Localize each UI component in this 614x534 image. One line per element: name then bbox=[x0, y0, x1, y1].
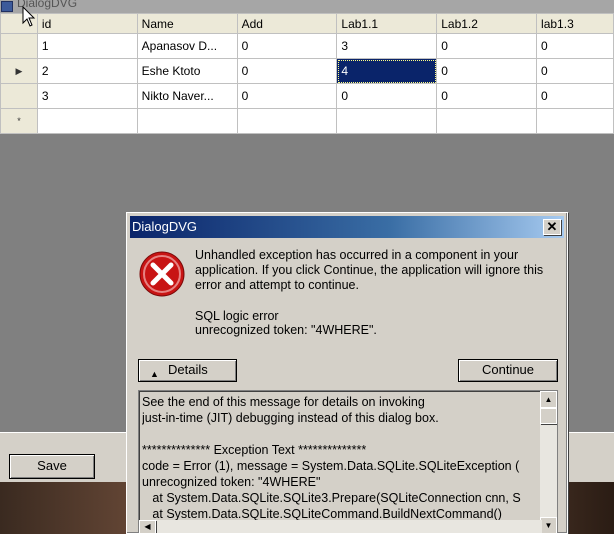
vertical-scrollbar[interactable]: ▲ ▼ bbox=[540, 391, 557, 533]
cell-add[interactable]: 0 bbox=[236, 83, 338, 109]
column-header-lab1-3[interactable]: lab1.3 bbox=[536, 13, 614, 34]
cell-lab1-1[interactable]: 0 bbox=[336, 83, 438, 109]
scroll-thumb[interactable] bbox=[540, 408, 557, 424]
column-header-lab1-1[interactable]: Lab1.1 bbox=[336, 13, 438, 34]
column-header-id[interactable]: id bbox=[36, 13, 138, 34]
save-button[interactable]: Save bbox=[9, 454, 95, 479]
mouse-cursor-icon bbox=[22, 6, 36, 27]
new-row-header[interactable]: * bbox=[0, 108, 38, 134]
cell-lab1-1[interactable]: 3 bbox=[336, 33, 438, 59]
cell-lab1-2[interactable] bbox=[436, 108, 538, 134]
cell-add[interactable]: 0 bbox=[236, 33, 338, 59]
details-textbox[interactable]: See the end of this message for details … bbox=[138, 390, 558, 533]
horizontal-scrollbar[interactable]: ◀ bbox=[139, 520, 542, 533]
new-row[interactable]: * bbox=[0, 108, 614, 134]
column-header-lab1-2[interactable]: Lab1.2 bbox=[436, 13, 538, 34]
exception-dialog: DialogDVG ✕ Unhandled exception has occu… bbox=[126, 212, 568, 534]
error-line-1: SQL logic error bbox=[195, 309, 279, 323]
main-window-titlebar: DialogDVG bbox=[0, 0, 614, 13]
cell-lab1-2[interactable]: 0 bbox=[436, 83, 538, 109]
cell-lab1-3[interactable]: 0 bbox=[536, 83, 614, 109]
cell-name[interactable]: Nikto Naver... bbox=[136, 83, 238, 109]
cell-lab1-2[interactable]: 0 bbox=[436, 33, 538, 59]
cell-lab1-3[interactable] bbox=[536, 108, 614, 134]
error-icon bbox=[139, 251, 185, 297]
details-text[interactable]: See the end of this message for details … bbox=[142, 394, 534, 533]
table-row[interactable]: ▶ 2 Eshe Ktoto 0 4 0 0 bbox=[0, 58, 614, 84]
scroll-down-icon[interactable]: ▼ bbox=[540, 517, 557, 533]
row-header[interactable] bbox=[0, 33, 38, 59]
details-button[interactable]: ▲ Details bbox=[138, 359, 237, 382]
table-row[interactable]: 1 Apanasov D... 0 3 0 0 bbox=[0, 33, 614, 59]
details-label: Details bbox=[168, 362, 208, 377]
cell-lab1-3[interactable]: 0 bbox=[536, 33, 614, 59]
table-row[interactable]: 3 Nikto Naver... 0 0 0 0 bbox=[0, 83, 614, 109]
error-message: Unhandled exception has occurred in a co… bbox=[195, 248, 544, 292]
collapse-arrow-icon: ▲ bbox=[150, 369, 159, 379]
cell-name[interactable]: Eshe Ktoto bbox=[136, 58, 238, 84]
error-detail-summary: SQL logic error unrecognized token: "4WH… bbox=[195, 309, 555, 337]
row-header[interactable] bbox=[0, 83, 38, 109]
cell-name[interactable] bbox=[136, 108, 238, 134]
continue-button[interactable]: Continue bbox=[458, 359, 558, 382]
app-icon bbox=[1, 1, 13, 12]
cell-id[interactable] bbox=[36, 108, 138, 134]
cell-id[interactable]: 2 bbox=[36, 58, 138, 84]
data-grid[interactable]: id Name Add Lab1.1 Lab1.2 lab1.3 1 Apana… bbox=[0, 13, 614, 134]
cell-id[interactable]: 3 bbox=[36, 83, 138, 109]
column-header-name[interactable]: Name bbox=[136, 13, 238, 34]
grid-header-row: id Name Add Lab1.1 Lab1.2 lab1.3 bbox=[0, 13, 614, 34]
close-button[interactable]: ✕ bbox=[543, 219, 561, 235]
cell-lab1-3[interactable]: 0 bbox=[536, 58, 614, 84]
column-header-add[interactable]: Add bbox=[236, 13, 338, 34]
cell-add[interactable] bbox=[236, 108, 338, 134]
dialog-title: DialogDVG bbox=[132, 219, 198, 234]
dialog-titlebar[interactable]: DialogDVG ✕ bbox=[130, 216, 564, 238]
scroll-left-icon[interactable]: ◀ bbox=[139, 520, 156, 533]
cell-lab1-1-selected[interactable]: 4 bbox=[336, 58, 438, 84]
cell-id[interactable]: 1 bbox=[36, 33, 138, 59]
cell-add[interactable]: 0 bbox=[236, 58, 338, 84]
cell-lab1-2[interactable]: 0 bbox=[436, 58, 538, 84]
cell-name[interactable]: Apanasov D... bbox=[136, 33, 238, 59]
row-header-current[interactable]: ▶ bbox=[0, 58, 38, 84]
cell-lab1-1[interactable] bbox=[336, 108, 438, 134]
error-line-2: unrecognized token: "4WHERE". bbox=[195, 323, 377, 337]
scroll-up-icon[interactable]: ▲ bbox=[540, 391, 557, 408]
